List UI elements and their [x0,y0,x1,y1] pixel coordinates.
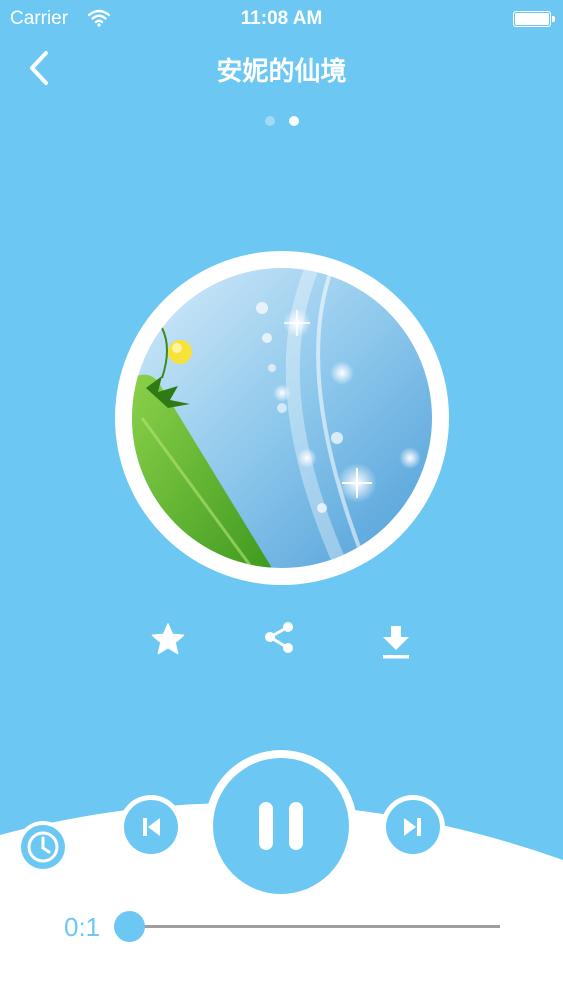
progress-knob[interactable] [114,911,145,942]
next-button[interactable] [381,795,445,859]
next-icon [404,818,421,836]
progress-track[interactable] [130,925,500,928]
play-pause-button[interactable] [205,750,357,902]
pause-icon [259,802,303,850]
player-screen: Carrier 11:08 AM 安妮的仙境 0:1 [0,0,563,1000]
sleep-timer-button[interactable] [17,821,69,873]
previous-button[interactable] [119,795,183,859]
previous-icon [143,818,160,836]
clock-icon [27,831,59,863]
current-time: 0:1 [64,912,101,942]
